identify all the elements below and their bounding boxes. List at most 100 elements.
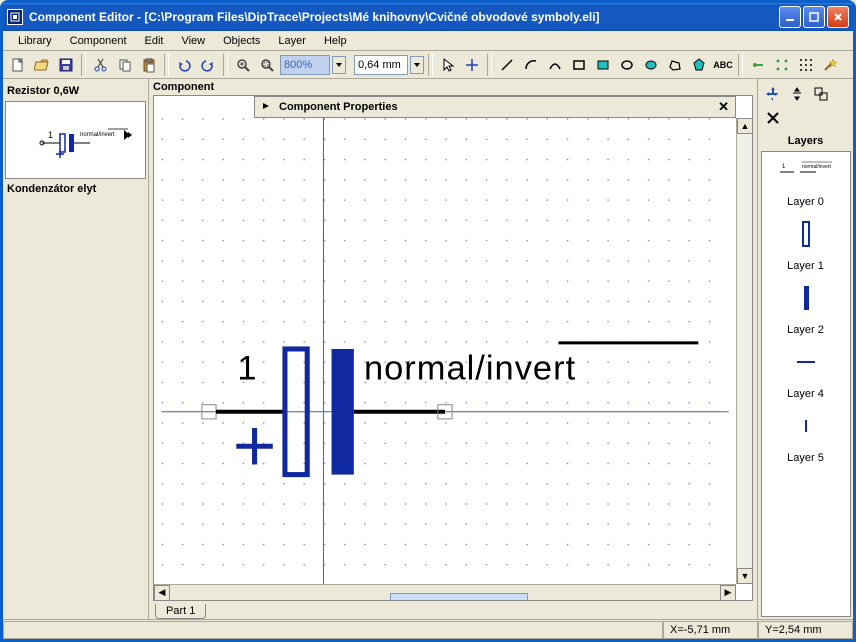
menu-objects[interactable]: Objects [214, 33, 269, 49]
lib-label-text: normal/invert [80, 132, 115, 138]
poly-tool[interactable] [664, 54, 686, 76]
menu-library[interactable]: Library [9, 33, 61, 49]
menu-edit[interactable]: Edit [136, 33, 173, 49]
layer-preview-1[interactable] [796, 216, 816, 252]
save-button[interactable] [55, 54, 77, 76]
zoom-value: 800% [284, 59, 312, 71]
library-panel: Rezistor 0,6W 1 normal/invert Kondenzáto… [3, 79, 149, 619]
minimize-button[interactable] [779, 6, 801, 28]
expand-arrow-icon[interactable] [261, 101, 271, 114]
ellipse-filled-tool[interactable] [640, 54, 662, 76]
toolbar-separator [81, 54, 86, 76]
canvas-drawing[interactable]: 1 normal/invert [154, 118, 736, 584]
text-tool[interactable]: ABC [712, 54, 734, 76]
cursor-icon [124, 130, 132, 140]
new-button[interactable] [7, 54, 29, 76]
toolbar-separator [223, 54, 228, 76]
scroll-left-button[interactable]: ◀ [154, 585, 170, 601]
origin-tool[interactable] [461, 54, 483, 76]
layer-1[interactable]: Layer 1 [762, 252, 850, 280]
part-tabs: Part 1 [149, 601, 757, 619]
pin-tool[interactable] [747, 54, 769, 76]
grid-dense-tool[interactable] [795, 54, 817, 76]
svg-text:1: 1 [782, 164, 786, 170]
cut-button[interactable] [90, 54, 112, 76]
canvas-title: Component [149, 79, 757, 95]
lib-preview-svg: 1 normal/invert [16, 110, 136, 170]
layer-2[interactable]: Layer 2 [762, 316, 850, 344]
scroll-up-button[interactable]: ▲ [737, 118, 753, 134]
menu-help[interactable]: Help [315, 33, 356, 49]
canvas[interactable]: Component Properties ✕ [153, 95, 753, 601]
layer-preview-0[interactable]: 1 normal/invert [776, 152, 836, 188]
undo-button[interactable] [173, 54, 195, 76]
scroll-down-button[interactable]: ▼ [737, 568, 753, 584]
flip-v-icon[interactable] [786, 83, 808, 105]
tab-part1[interactable]: Part 1 [155, 604, 206, 619]
status-x: X=-5,71 mm [663, 621, 758, 639]
center-area: Component Component Properties ✕ [149, 79, 757, 619]
toolbar-separator [738, 54, 743, 76]
ellipse-tool[interactable] [616, 54, 638, 76]
grid-dropdown-arrow[interactable] [410, 56, 424, 74]
layer-preview-5[interactable] [798, 408, 814, 444]
close-button[interactable] [827, 6, 849, 28]
open-button[interactable] [31, 54, 53, 76]
maximize-button[interactable] [803, 6, 825, 28]
arc3-tool[interactable] [544, 54, 566, 76]
lib-preview[interactable]: 1 normal/invert [5, 101, 146, 179]
grid-combo[interactable]: 0,64 mm [354, 55, 408, 75]
text-icon: ABC [713, 60, 733, 70]
horizontal-scrollbar[interactable]: ◀ ▶ [154, 584, 736, 600]
toolbar-separator [487, 54, 492, 76]
pin-number: 1 [237, 349, 256, 387]
toolbar: 800% 0,64 mm ABC [3, 51, 853, 79]
delete-layer-icon[interactable] [762, 107, 784, 129]
rect-tool[interactable] [568, 54, 590, 76]
scroll-right-button[interactable]: ▶ [720, 585, 736, 601]
h-scroll-thumb[interactable] [390, 593, 528, 602]
move-tool-icon[interactable] [762, 83, 784, 105]
layer-0[interactable]: Layer 0 [762, 188, 850, 216]
line-tool[interactable] [496, 54, 518, 76]
group-icon[interactable] [810, 83, 832, 105]
arc-tool[interactable] [520, 54, 542, 76]
layers-title: Layers [784, 131, 827, 151]
vertical-scrollbar[interactable]: ▲ ▼ [736, 118, 752, 584]
zoom-dropdown-arrow[interactable] [332, 56, 346, 74]
wizard-tool[interactable] [819, 54, 841, 76]
menu-view[interactable]: View [172, 33, 214, 49]
redo-button[interactable] [197, 54, 219, 76]
statusbar: X=-5,71 mm Y=2,54 mm [3, 619, 853, 639]
layer-4[interactable]: Layer 4 [762, 380, 850, 408]
work-area: Rezistor 0,6W 1 normal/invert Kondenzáto… [3, 79, 853, 619]
toolbar-separator [428, 54, 433, 76]
window-controls [779, 6, 849, 28]
menu-layer[interactable]: Layer [269, 33, 315, 49]
poly-filled-tool[interactable] [688, 54, 710, 76]
net-label: normal/invert [364, 349, 576, 387]
status-y: Y=2,54 mm [758, 621, 853, 639]
paste-button[interactable] [138, 54, 160, 76]
lib-item-resistor[interactable]: Rezistor 0,6W [5, 81, 146, 101]
zoom-combo[interactable]: 800% [280, 55, 330, 75]
zoom-in-button[interactable] [232, 54, 254, 76]
v-scroll-track[interactable] [737, 134, 752, 568]
layer-preview-2[interactable] [796, 280, 816, 316]
layers-list[interactable]: 1 normal/invert Layer 0 Layer 1 Layer 2 L… [761, 151, 851, 617]
rect-filled-tool[interactable] [592, 54, 614, 76]
pointer-tool[interactable] [437, 54, 459, 76]
properties-close-icon[interactable]: ✕ [718, 99, 729, 115]
lib-item-capacitor[interactable]: Kondenzátor elyt [5, 179, 146, 199]
layer-preview-4[interactable] [791, 344, 821, 380]
titlebar: Component Editor - [C:\Program Files\Dip… [3, 3, 853, 31]
zoom-window-button[interactable] [256, 54, 278, 76]
copy-button[interactable] [114, 54, 136, 76]
grid-value: 0,64 mm [358, 59, 401, 71]
layer-5[interactable]: Layer 5 [762, 444, 850, 472]
app-window: Component Editor - [C:\Program Files\Dip… [0, 0, 856, 642]
component-properties-bar[interactable]: Component Properties ✕ [254, 96, 736, 118]
pin-array-tool[interactable] [771, 54, 793, 76]
menu-component[interactable]: Component [61, 33, 136, 49]
svg-text:normal/invert: normal/invert [802, 164, 832, 170]
